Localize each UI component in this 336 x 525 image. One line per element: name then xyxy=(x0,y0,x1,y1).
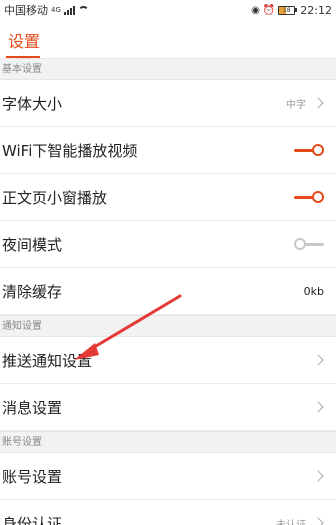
setting-label: 夜间模式 xyxy=(2,235,63,254)
chevron-right-icon xyxy=(312,470,324,482)
section-header-basic: 基本设置 xyxy=(0,58,336,80)
setting-account[interactable]: 账号设置 xyxy=(0,453,336,500)
cache-size: 0kb xyxy=(303,284,324,298)
chevron-right-icon xyxy=(312,97,324,109)
page-header: 设置 xyxy=(0,20,336,58)
setting-label: 消息设置 xyxy=(2,398,63,417)
setting-label: WiFi下智能播放视频 xyxy=(2,141,138,160)
setting-mini-window: 正文页小窗播放 xyxy=(0,174,336,221)
battery-level: 18 xyxy=(282,6,291,14)
setting-clear-cache[interactable]: 清除缓存 0kb xyxy=(0,268,336,315)
setting-label: 字体大小 xyxy=(2,94,63,113)
network-type: 4G xyxy=(51,6,61,14)
wifi-icon xyxy=(77,6,89,14)
setting-wifi-autoplay: WiFi下智能播放视频 xyxy=(0,127,336,174)
toggle-switch[interactable] xyxy=(294,191,324,203)
status-time: 22:12 xyxy=(300,3,332,17)
page-title: 设置 xyxy=(8,32,41,51)
status-bar: 中国移动 4G ◉ ⏰ 18 22:12 xyxy=(0,0,336,20)
section-header-notifications: 通知设置 xyxy=(0,315,336,337)
setting-label: 正文页小窗播放 xyxy=(2,188,108,207)
setting-identity-verification[interactable]: 身份认证 未认证 xyxy=(0,500,336,525)
eye-comfort-icon: ◉ xyxy=(251,4,260,16)
setting-font-size[interactable]: 字体大小 中字 xyxy=(0,80,336,127)
title-underline xyxy=(6,56,40,58)
setting-messages[interactable]: 消息设置 xyxy=(0,384,336,431)
toggle-switch[interactable] xyxy=(294,238,324,250)
battery-icon: 18 xyxy=(278,5,298,15)
setting-push-notifications[interactable]: 推送通知设置 xyxy=(0,337,336,384)
setting-label: 清除缓存 xyxy=(2,282,63,301)
chevron-right-icon xyxy=(312,354,324,366)
signal-icon xyxy=(63,5,75,15)
setting-label: 推送通知设置 xyxy=(2,351,93,370)
chevron-right-icon xyxy=(312,517,324,525)
section-header-account: 账号设置 xyxy=(0,431,336,453)
alarm-icon: ⏰ xyxy=(262,4,276,16)
setting-value: 中字 xyxy=(286,99,306,111)
setting-label: 身份认证 xyxy=(2,514,63,525)
chevron-right-icon xyxy=(312,401,324,413)
carrier-label: 中国移动 xyxy=(4,4,48,17)
setting-value: 未认证 xyxy=(276,519,306,525)
setting-night-mode: 夜间模式 xyxy=(0,221,336,268)
toggle-switch[interactable] xyxy=(294,144,324,156)
setting-label: 账号设置 xyxy=(2,467,63,486)
